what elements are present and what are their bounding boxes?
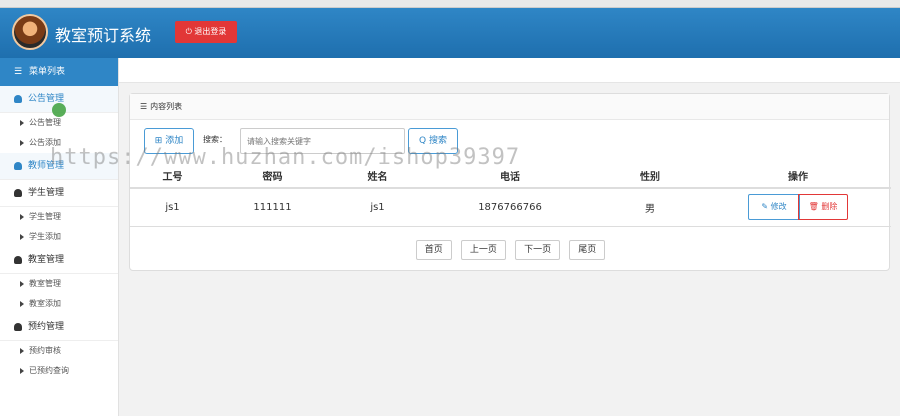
next-page-button[interactable]: 下一页 [515,240,561,260]
sidebar-item-student-add[interactable]: 学生添加 [0,227,118,247]
caret-right-icon [20,233,24,240]
sidebar-item-label: 学生管理 [29,212,61,221]
sidebar-item-classroom-add[interactable]: 教室添加 [0,294,118,314]
sidebar-group-label: 教室管理 [28,255,65,265]
browser-top-bar [0,0,900,8]
prev-page-button[interactable]: 上一页 [460,240,506,260]
panel-title: ☰ 内容列表 [130,94,889,120]
cell-password: 111111 [215,188,330,227]
caret-right-icon [20,280,24,287]
sidebar-item-label: 预约审核 [29,346,61,355]
avatar [12,14,48,50]
caret-right-icon [20,300,24,307]
last-page-button[interactable]: 尾页 [569,240,606,260]
column-header: 操作 [705,164,891,189]
sidebar-item-label: 教室添加 [29,299,61,308]
user-icon [14,322,22,331]
app-title: 教室预订系统 [55,26,152,45]
cell-actions: ✎ 修改 🗑 删除 [705,188,891,227]
search-label: 搜索： [203,135,227,144]
table-row: js1 111111 js1 1876766766 男 ✎ 修改 🗑 删除 [130,188,891,227]
sidebar-item-booking-review[interactable]: 预约审核 [0,341,118,361]
list-icon: ☰ [14,67,23,77]
mouse-cursor-highlight [52,103,66,117]
data-table: 工号 密码 姓名 电话 性别 操作 js1 111111 js1 1876766… [130,164,891,227]
sidebar-item-label: 教室管理 [29,279,61,288]
sidebar-item-label: 学生添加 [29,232,61,241]
user-icon [14,255,22,264]
sidebar-heading-label: 菜单列表 [29,67,66,77]
sidebar-heading: ☰ 菜单列表 [0,58,118,86]
delete-button[interactable]: 🗑 删除 [798,194,848,221]
list-icon: ☰ [140,102,148,111]
user-icon [14,94,22,103]
sidebar-item-student-manage[interactable]: 学生管理 [0,207,118,227]
app-header: 教室预订系统 ⏻ 退出登录 [0,8,900,58]
user-icon [14,161,22,170]
cell-name: js1 [330,188,425,227]
sidebar-item-label: 已预约查询 [29,366,69,375]
cell-gender: 男 [595,188,705,227]
sidebar-group-booking[interactable]: 预约管理 [0,314,118,341]
caret-right-icon [20,139,24,146]
sidebar-group-classroom[interactable]: 教室管理 [0,247,118,274]
first-page-button[interactable]: 首页 [415,240,452,260]
cell-id: js1 [130,188,215,227]
sidebar-item-label: 公告管理 [29,118,61,127]
pagination: 首页 上一页 下一页 尾页 [130,240,891,260]
user-icon [14,188,22,197]
content-panel: ☰内容列表 ⊞ 添加 搜索： Q 搜索 工号 密码 姓名 电话 性别 操作 js… [129,93,891,271]
cell-phone: 1876766766 [425,188,595,227]
panel-title-label: 内容列表 [150,102,183,111]
edit-button[interactable]: ✎ 修改 [748,194,800,221]
sidebar: ☰ 菜单列表 公告管理 公告管理 公告添加 教师管理 学生管理 学生管理 学生添加… [0,58,119,416]
content-top-strip [119,58,900,83]
sidebar-group-label: 学生管理 [28,188,65,198]
caret-right-icon [20,119,24,126]
column-header: 性别 [595,164,705,189]
logout-button[interactable]: ⏻ 退出登录 [175,21,237,43]
sidebar-group-label: 预约管理 [28,322,65,332]
caret-right-icon [20,367,24,374]
caret-right-icon [20,213,24,220]
watermark: https://www.huzhan.com/ishop39397 [50,145,521,170]
caret-right-icon [20,347,24,354]
sidebar-item-booking-query[interactable]: 已预约查询 [0,361,118,381]
sidebar-group-student[interactable]: 学生管理 [0,180,118,207]
sidebar-item-classroom-manage[interactable]: 教室管理 [0,274,118,294]
